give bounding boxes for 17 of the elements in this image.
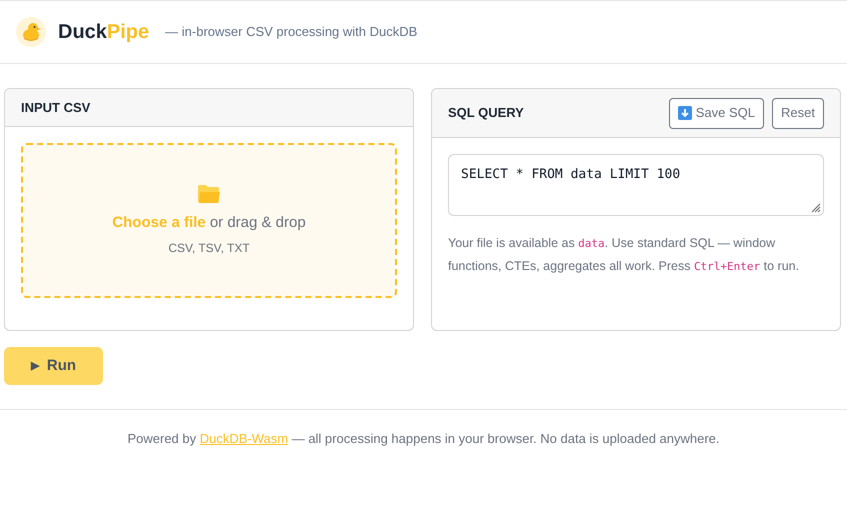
sql-editor[interactable]: SELECT * FROM data LIMIT 100 (448, 154, 824, 216)
panel-title: SQL QUERY (448, 104, 524, 122)
footer-text: Powered by DuckDB-Wasm — all processing happens in your browser. No data is uploaded anywhere. (126, 430, 721, 448)
run-button[interactable]: ▶ Run (4, 347, 103, 385)
tagline: — in-browser CSV processing with DuckDB (165, 23, 418, 42)
drag-drop-text: or drag & drop (210, 214, 306, 232)
formats-text: CSV, TSV, TXT (168, 240, 250, 257)
panel-title: INPUT CSV (21, 98, 90, 117)
download-icon (678, 106, 692, 120)
folder-icon (197, 184, 221, 204)
resize-handle-icon[interactable] (809, 201, 821, 213)
hint-text: Your file is available as data. Use standard SQL — window functions, CTEs, aggregates all work. Press Ctrl+Enter to run. (448, 235, 800, 275)
save-sql-button[interactable]: Save SQL (668, 98, 764, 128)
file-drop-zone[interactable]: Choose a file or drag & drop CSV, TSV, TXT (21, 143, 397, 298)
brand-name: DuckPipe (58, 20, 150, 45)
reset-button[interactable]: Reset (772, 98, 824, 128)
duck-logo-icon (16, 17, 46, 47)
